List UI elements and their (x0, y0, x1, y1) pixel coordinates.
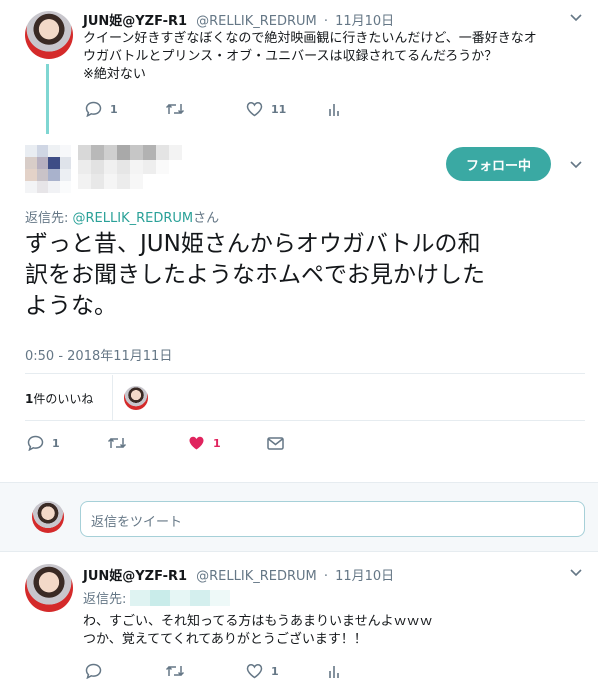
avatar[interactable] (25, 145, 71, 193)
reply-button[interactable]: 1 (27, 435, 60, 451)
tweet-text: クイーン好きすぎなぼくなので絶対映画観に行きたいんだけど、一番好きなオ ウガバト… (83, 31, 537, 82)
tweet-actions: 1 11 (85, 101, 345, 119)
follow-button-label: フォロー中 (465, 158, 531, 174)
retweet-icon (107, 437, 127, 449)
reply-to-line: 返信先: (83, 588, 231, 607)
author-handle[interactable]: @RELLIK_REDRUM (196, 569, 317, 584)
retweet-button[interactable] (165, 664, 185, 678)
parent-tweet[interactable]: JUN姫@YZF-R1 @RELLIK_REDRUM · 11月10日 クイーン… (0, 0, 598, 134)
tweet-text: わ、すごい、それ知ってる方はもうあまりいませんよｗｗｗ つか、覚えててくれてあり… (83, 614, 433, 647)
tweet-actions: 1 (85, 663, 345, 681)
reply-to-line: 返信先: @RELLIK_REDRUMさん (25, 211, 220, 226)
reply-icon (27, 435, 44, 451)
heart-filled-icon (189, 436, 204, 450)
divider (112, 375, 113, 420)
heart-icon (246, 102, 263, 117)
analytics-icon[interactable] (328, 103, 340, 117)
like-count: 11 (271, 102, 287, 116)
author-name[interactable]: JUN姫@YZF-R1 (83, 14, 187, 29)
tweet-actions: 1 1 (27, 435, 297, 453)
like-count: 1 (213, 436, 221, 450)
analytics-icon[interactable] (328, 665, 340, 679)
main-tweet: フォロー中 返信先: @RELLIK_REDRUMさん ずっと昔、JUN姫さんか… (0, 135, 598, 470)
tweet-date[interactable]: 11月10日 (335, 14, 394, 29)
thread-line (46, 64, 49, 134)
reply-button[interactable] (85, 663, 102, 679)
divider (25, 420, 585, 421)
reply-tweet[interactable]: JUN姫@YZF-R1 @RELLIK_REDRUM · 11月10日 返信先:… (0, 553, 598, 687)
chevron-down-icon[interactable] (570, 568, 582, 578)
avatar (32, 501, 64, 533)
reply-to-handle-redacted[interactable] (130, 589, 231, 606)
reply-icon (85, 101, 102, 117)
retweet-icon (165, 103, 185, 115)
likes-label: 件のいいね (33, 392, 94, 406)
like-button[interactable]: 1 (246, 663, 279, 679)
reply-composer: 返信をツイート (0, 482, 598, 552)
liker-avatar[interactable] (124, 386, 148, 410)
follow-button[interactable]: フォロー中 (446, 147, 551, 181)
reply-button[interactable]: 1 (85, 101, 118, 117)
reply-count: 1 (110, 102, 118, 116)
reply-count: 1 (52, 436, 60, 450)
chevron-down-icon[interactable] (570, 13, 582, 23)
retweet-button[interactable] (165, 102, 185, 116)
separator-dot: · (323, 569, 328, 584)
tweet-timestamp[interactable]: 0:50 - 2018年11月11日 (25, 345, 172, 364)
like-count: 1 (271, 664, 279, 678)
likes-summary[interactable]: 1件のいいね (25, 390, 93, 407)
reply-to-handle[interactable]: @RELLIK_REDRUM (73, 211, 194, 226)
chevron-down-icon[interactable] (570, 160, 582, 170)
retweet-button[interactable] (107, 436, 127, 450)
like-button[interactable]: 1 (188, 435, 221, 451)
main-tweet-text: ずっと昔、JUN姫さんからオウガバトルの和 訳をお聞きしたようなホムペでお見かけ… (25, 231, 485, 319)
heart-icon (246, 664, 263, 679)
avatar[interactable] (25, 564, 73, 612)
reply-icon (85, 663, 102, 679)
author-handle[interactable]: @RELLIK_REDRUM (196, 14, 317, 29)
divider (25, 373, 585, 374)
retweet-icon (165, 665, 185, 677)
author-name-redacted[interactable] (78, 145, 182, 189)
reply-input[interactable]: 返信をツイート (80, 501, 585, 537)
tweet-date[interactable]: 11月10日 (335, 569, 394, 584)
mail-icon[interactable] (267, 437, 284, 450)
like-button[interactable]: 11 (246, 101, 286, 117)
reply-input-placeholder: 返信をツイート (91, 515, 183, 530)
separator-dot: · (323, 14, 328, 29)
avatar[interactable] (25, 11, 73, 59)
author-name[interactable]: JUN姫@YZF-R1 (83, 569, 187, 584)
